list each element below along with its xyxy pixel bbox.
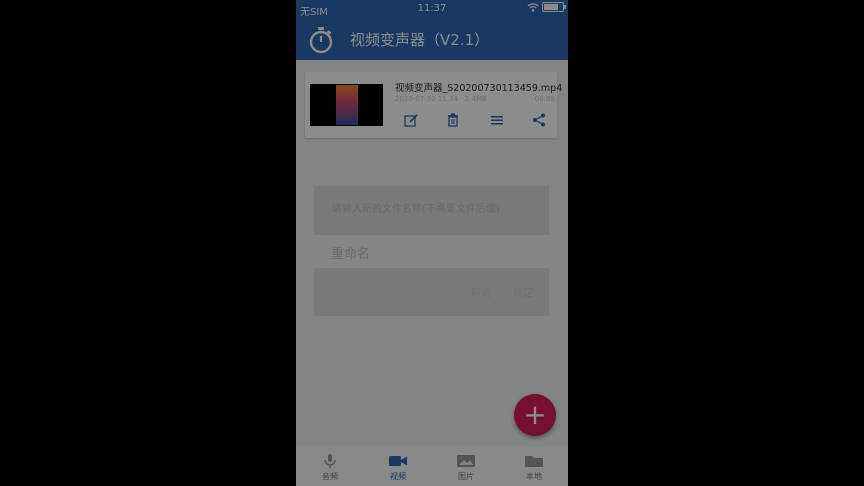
rename-dialog: 请输入新的文件名称(不需要文件后缀) 重命名 取消 确定 <box>314 186 549 316</box>
filename-input-value: 重命名 <box>331 247 371 262</box>
confirm-button[interactable]: 确定 <box>513 284 533 299</box>
cancel-button[interactable]: 取消 <box>471 284 491 299</box>
dialog-message: 请输入新的文件名称(不需要文件后缀) <box>332 204 500 215</box>
filename-input[interactable]: 重命名 <box>314 235 549 268</box>
phone-screen: 无SIM 11:37 视频变声器（V2.1） 视频变声器_S2020073011… <box>296 0 568 486</box>
